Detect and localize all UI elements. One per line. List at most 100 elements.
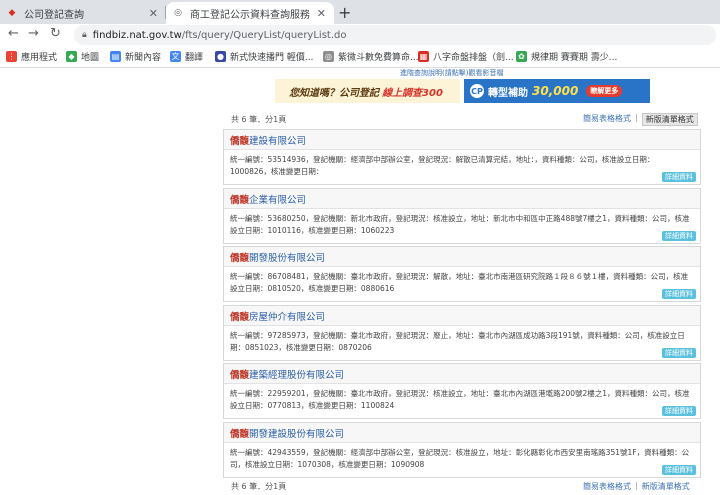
keyword-highlight: 僑馥	[230, 311, 250, 323]
company-info: 統一編號：22959201，登記機關：臺北市政府，登記現況：核准設立，地址：臺北…	[224, 384, 700, 418]
company-name: 企業有限公司	[249, 194, 307, 206]
globe-icon: ◎	[323, 51, 334, 62]
company-info: 統一編號：53680250，登記機關：新北市政府，登記現況：核准設立，地址：新北…	[224, 209, 700, 243]
forward-arrow-icon[interactable]: →	[28, 26, 39, 41]
bookmark-apps[interactable]: ⋮ 應用程式	[6, 50, 57, 63]
reload-icon[interactable]: ↻	[50, 26, 61, 41]
company-info: 統一編號：86708481，登記機關：臺北市政府，登記現況：解散，地址：臺北市南…	[224, 267, 700, 301]
list-view-link[interactable]: 新版清單格式	[642, 481, 690, 492]
bookmark-bazi[interactable]: ▦ 八字命盤排盤（劍...	[418, 50, 514, 63]
detail-button[interactable]: 詳細資料	[662, 406, 696, 416]
site-favicon-icon: ◆	[8, 8, 16, 18]
company-name: 開發建設股份有限公司	[249, 428, 345, 440]
result-card: 僑馥 建設有限公司 統一編號：53514936，登記機關：經濟部中部辦公室，登記現…	[223, 129, 701, 185]
apps-grid-icon: ⋮	[6, 51, 17, 62]
tab-title: 公司登記查詢	[24, 9, 84, 21]
detail-button[interactable]: 詳細資料	[662, 231, 696, 241]
close-tab-icon[interactable]: ✕	[317, 7, 326, 20]
company-info-text: 統一編號：97285973，登記機關：臺北市政府，登記現況：廢止，地址：臺北市內…	[230, 331, 685, 352]
company-name-link[interactable]: 僑馥 建築經理股份有限公司	[224, 364, 700, 384]
bookmarks-bar: ⋮ 應用程式 ◆ 地圖 ▤ 新聞內容 文 翻譯 ● 新式快速播門 輕價... ◎…	[0, 46, 720, 68]
cp-logo-icon: CP	[470, 84, 484, 98]
detail-button[interactable]: 詳細資料	[662, 172, 696, 182]
keyword-highlight: 僑馥	[230, 428, 250, 440]
company-name-link[interactable]: 僑馥 企業有限公司	[224, 189, 700, 209]
view-mode-switch: 簡易表格格式 | 新版清單格式	[583, 113, 698, 126]
company-name: 開發股份有限公司	[249, 252, 326, 264]
detail-button[interactable]: 詳細資料	[662, 465, 696, 475]
help-video-link[interactable]: 進階查詢說明(請點擊)觀看影音檔	[400, 68, 503, 78]
url-host: findbiz.nat.gov.tw	[92, 29, 182, 41]
tab-strip: ◆ 公司登記查詢 ✕ ◎ 商工登記公示資料查詢服務 ✕ +	[0, 0, 720, 24]
bookmark-translate[interactable]: 文 翻譯	[170, 50, 203, 63]
chat-icon: ●	[215, 51, 226, 62]
ad-amount: 30,000	[532, 84, 579, 98]
address-bar[interactable]: 🔒︎ findbiz.nat.gov.tw/fts/query/QueryLis…	[74, 25, 716, 45]
divider: |	[635, 481, 638, 490]
company-info-text: 統一編號：22959201，登記機關：臺北市政府，登記現況：核准設立，地址：臺北…	[230, 389, 690, 410]
lock-icon: 🔒︎	[82, 30, 87, 40]
ad-highlight: 線上調查300	[382, 87, 443, 99]
company-name: 房屋仲介有限公司	[249, 311, 326, 323]
keyword-highlight: 僑馥	[230, 135, 250, 147]
result-card: 僑馥 房屋仲介有限公司 統一編號：97285973，登記機關：臺北市政府，登記現況…	[223, 305, 701, 361]
bookmark-maps[interactable]: ◆ 地圖	[66, 50, 99, 63]
detail-button[interactable]: 詳細資料	[662, 289, 696, 299]
table-view-link[interactable]: 簡易表格格式	[583, 113, 631, 126]
company-info: 統一編號：97285973，登記機關：臺北市政府，登記現況：廢止，地址：臺北市內…	[224, 326, 700, 360]
keyword-highlight: 僑馥	[230, 194, 250, 206]
company-info: 統一編號：42943559，登記機關：經濟部中部辦公室，登記現況：核准設立，地址…	[224, 443, 700, 477]
result-card: 僑馥 建築經理股份有限公司 統一編號：22959201，登記機關：臺北市政府，登記…	[223, 363, 701, 419]
result-card: 僑馥 開發股份有限公司 統一編號：86708481，登記機關：臺北市政府，登記現況…	[223, 246, 701, 302]
calendar-icon: ▦	[418, 51, 429, 62]
bookmark-label: 新式快速播門 輕價...	[230, 53, 314, 63]
company-info: 統一編號：53514936，登記機關：經濟部中部辦公室，登記現況：解散已清算完結…	[224, 150, 700, 184]
maps-icon: ◆	[66, 51, 77, 62]
transformation-subsidy-ad[interactable]: CP 轉型補助 30,000 瞭解更多	[464, 79, 650, 103]
bookmark-ziwei[interactable]: ◎ 紫微斗數免費算命...	[323, 50, 419, 63]
company-name-link[interactable]: 僑馥 房屋仲介有限公司	[224, 306, 700, 326]
bookmark-period[interactable]: ✿ 規律期 賽賽期 壽少...	[516, 50, 617, 63]
company-info-text: 統一編號：53680250，登記機關：新北市政府，登記現況：核准設立，地址：新北…	[230, 214, 690, 235]
leaf-icon: ✿	[516, 51, 527, 62]
tab-findbiz[interactable]: ◎ 商工登記公示資料查詢服務 ✕	[166, 2, 334, 24]
company-info-text: 統一編號：86708481，登記機關：臺北市政府，登記現況：解散，地址：臺北市南…	[230, 272, 689, 293]
new-tab-button[interactable]: +	[338, 3, 351, 22]
globe-favicon-icon: ◎	[174, 8, 182, 18]
tab-company-query[interactable]: ◆ 公司登記查詢 ✕	[0, 2, 166, 24]
back-arrow-icon[interactable]: ←	[8, 26, 19, 41]
divider: |	[635, 113, 638, 122]
result-card: 僑馥 開發建設股份有限公司 統一編號：42943559，登記機關：經濟部中部辦公室…	[223, 422, 701, 478]
company-name-link[interactable]: 僑馥 開發建設股份有限公司	[224, 423, 700, 443]
url-path: /fts/query/QueryList/queryList.do	[181, 29, 347, 41]
list-view-link[interactable]: 新版清單格式	[641, 113, 698, 126]
company-registration-ad[interactable]: 您知道嗎？公司登記 線上調查300	[275, 79, 460, 103]
learn-more-button[interactable]: 瞭解更多	[586, 85, 623, 97]
bookmark-label: 新聞內容	[125, 53, 162, 63]
company-name: 建設有限公司	[249, 135, 307, 147]
tab-title: 商工登記公示資料查詢服務	[190, 9, 310, 21]
result-summary: 共 6 筆．分1頁	[231, 115, 287, 124]
bookmark-news[interactable]: ▤ 新聞內容	[110, 50, 161, 63]
ad-text: 您知道嗎？公司登記	[289, 87, 380, 99]
keyword-highlight: 僑馥	[230, 252, 250, 264]
news-icon: ▤	[110, 51, 121, 62]
bookmark-label: 紫微斗數免費算命...	[338, 53, 419, 63]
result-summary: 共 6 筆．分1頁	[231, 482, 287, 491]
view-mode-switch: 簡易表格格式 | 新版清單格式	[583, 481, 690, 492]
close-tab-icon[interactable]: ✕	[149, 7, 158, 20]
bookmark-label: 翻譯	[185, 53, 204, 63]
company-name-link[interactable]: 僑馥 開發股份有限公司	[224, 247, 700, 267]
translate-icon: 文	[170, 51, 181, 62]
bookmark-label: 八字命盤排盤（劍...	[433, 53, 514, 63]
company-name-link[interactable]: 僑馥 建設有限公司	[224, 130, 700, 150]
ad-text: 轉型補助	[488, 87, 528, 99]
detail-button[interactable]: 詳細資料	[662, 348, 696, 358]
bookmark-label: 規律期 賽賽期 壽少...	[531, 53, 618, 63]
bookmark-label: 應用程式	[21, 53, 58, 63]
table-view-link[interactable]: 簡易表格格式	[583, 481, 631, 492]
bookmark-label: 地圖	[81, 53, 100, 63]
bookmark-chat[interactable]: ● 新式快速播門 輕價...	[215, 50, 313, 63]
company-info-text: 統一編號：53514936，登記機關：經濟部中部辦公室，登記現況：解散已清算完結…	[230, 155, 655, 176]
result-card: 僑馥 企業有限公司 統一編號：53680250，登記機關：新北市政府，登記現況：核…	[223, 188, 701, 244]
